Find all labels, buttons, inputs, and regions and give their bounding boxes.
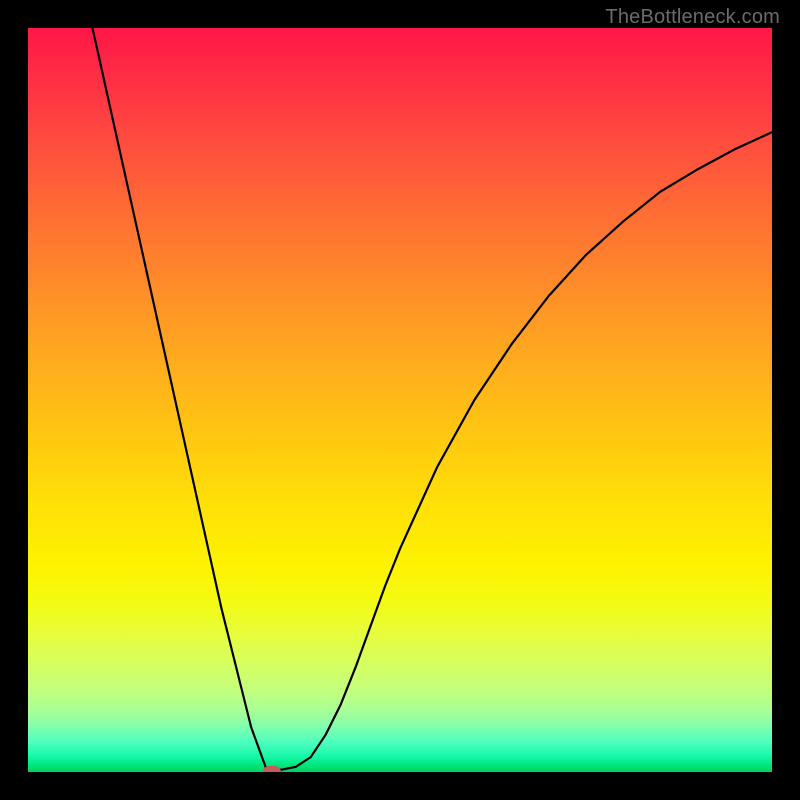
plot-area [28, 28, 772, 772]
watermark-text: TheBottleneck.com [605, 6, 780, 29]
chart-frame: TheBottleneck.com [0, 0, 800, 800]
optimum-marker [263, 766, 281, 772]
curve-svg [28, 28, 772, 772]
bottleneck-curve [28, 28, 772, 770]
